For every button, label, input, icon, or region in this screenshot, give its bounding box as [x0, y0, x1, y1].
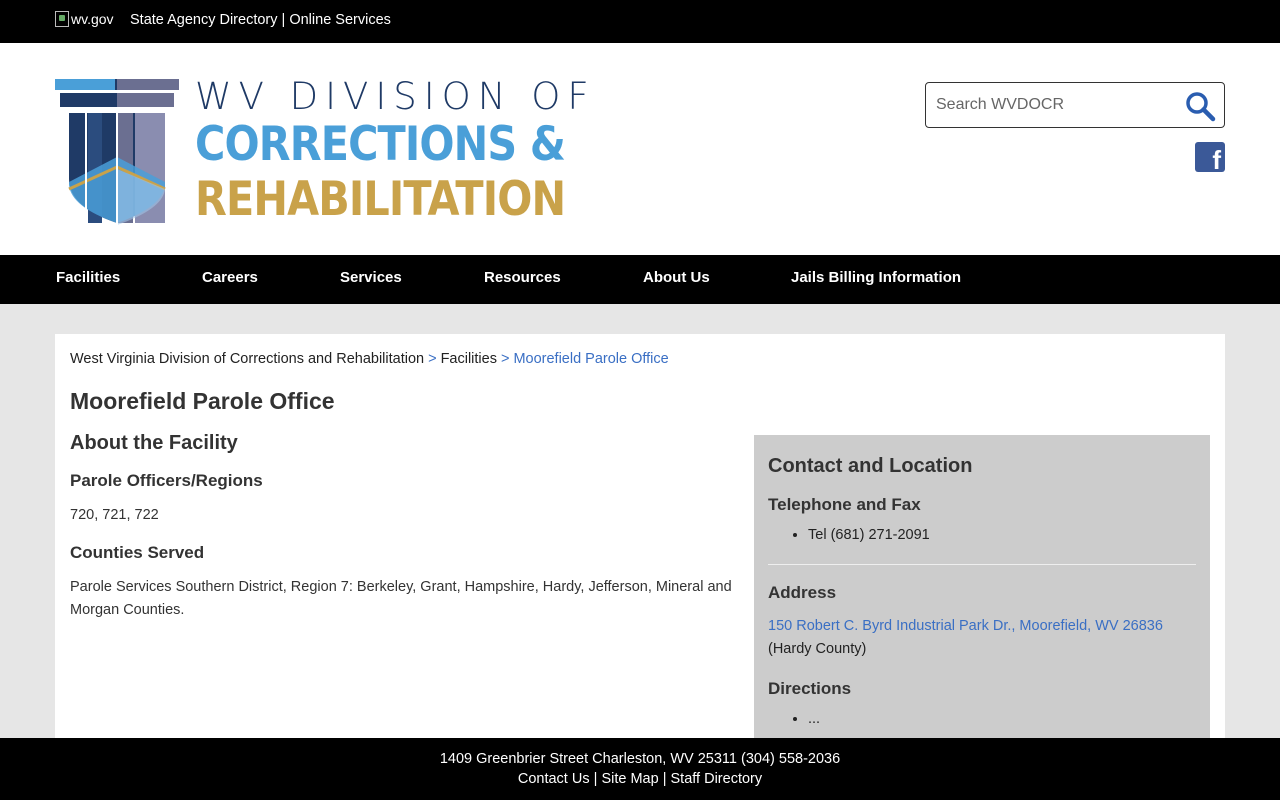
breadcrumb-separator: > [428, 351, 437, 367]
address-county: (Hardy County) [768, 641, 867, 657]
site-footer: 1409 Greenbrier Street Charleston, WV 25… [0, 738, 1280, 800]
nav-item-services[interactable]: Services [340, 269, 402, 286]
phone-list: Tel (681) 271-2091 [768, 527, 1196, 543]
officers-value: 720, 721, 722 [70, 507, 159, 523]
address-map-link[interactable]: 150 Robert C. Byrd Industrial Park Dr., … [768, 618, 1163, 634]
divider [768, 564, 1196, 565]
nav-item-careers[interactable]: Careers [202, 269, 258, 286]
online-services-link[interactable]: Online Services [289, 12, 391, 28]
top-links: State Agency Directory | Online Services [130, 12, 391, 28]
shield-column-icon [55, 79, 179, 225]
counties-value: Parole Services Southern District, Regio… [70, 579, 732, 618]
directions-heading: Directions [768, 679, 852, 698]
breadcrumb: West Virginia Division of Corrections an… [70, 351, 669, 367]
staff-directory-link[interactable]: Staff Directory [671, 771, 763, 787]
footer-separator: | [662, 771, 667, 787]
phone-heading: Telephone and Fax [768, 495, 921, 514]
facility-details: About the Facility Parole Officers/Regio… [70, 432, 740, 638]
breadcrumb-root-link[interactable]: West Virginia Division of Corrections an… [70, 351, 424, 367]
search-input[interactable] [936, 95, 1176, 115]
nav-item-facilities[interactable]: Facilities [56, 269, 120, 286]
nav-item-jails-billing[interactable]: Jails Billing Information [791, 269, 961, 286]
about-heading: About the Facility [70, 432, 238, 454]
counties-heading: Counties Served [70, 543, 205, 562]
top-bar: wv.gov State Agency Directory | Online S… [0, 0, 1280, 43]
list-item: ... [808, 711, 1196, 727]
facebook-icon[interactable]: f [1195, 142, 1225, 172]
address-block: 150 Robert C. Byrd Industrial Park Dr., … [768, 615, 1196, 661]
nav-item-about-us[interactable]: About Us [643, 269, 710, 286]
wvdocr-logo[interactable]: WV DIVISION OF CORRECTIONS & REHABILITAT… [55, 77, 589, 227]
contact-us-link[interactable]: Contact Us [518, 771, 590, 787]
broken-image-icon [55, 11, 69, 27]
officers-heading: Parole Officers/Regions [70, 471, 263, 490]
site-header: WV DIVISION OF CORRECTIONS & REHABILITAT… [0, 43, 1280, 255]
address-heading: Address [768, 583, 837, 602]
list-item: Tel (681) 271-2091 [808, 527, 1196, 543]
directions-list: ... [768, 711, 1196, 727]
nav-item-resources[interactable]: Resources [484, 269, 561, 286]
footer-links: Contact Us | Site Map | Staff Directory [0, 771, 1280, 787]
content-card: West Virginia Division of Corrections an… [55, 334, 1225, 800]
search-box [925, 82, 1225, 128]
agency-directory-link[interactable]: State Agency Directory [130, 12, 278, 28]
breadcrumb-facilities-link[interactable]: Facilities [441, 351, 497, 367]
wv-gov-logo-alt: wv.gov [71, 11, 114, 27]
footer-separator: | [593, 771, 598, 787]
logo-line-2: CORRECTIONS & [195, 117, 566, 172]
main-nav: Facilities Careers Services Resources Ab… [0, 255, 1280, 304]
wv-gov-logo-link[interactable]: wv.gov [55, 11, 114, 27]
site-map-link[interactable]: Site Map [601, 771, 658, 787]
breadcrumb-separator: > [500, 351, 510, 367]
logo-text: WV DIVISION OF CORRECTIONS & REHABILITAT… [195, 77, 616, 227]
logo-line-3: REHABILITATION [195, 172, 566, 227]
footer-address: 1409 Greenbrier Street Charleston, WV 25… [439, 751, 841, 767]
breadcrumb-current: Moorefield Parole Office [513, 351, 669, 367]
contact-heading: Contact and Location [768, 455, 973, 477]
top-links-separator: | [281, 12, 286, 28]
search-icon[interactable] [1184, 90, 1216, 122]
logo-line-1: WV DIVISION OF [195, 75, 596, 118]
page-title: Moorefield Parole Office [70, 388, 335, 414]
